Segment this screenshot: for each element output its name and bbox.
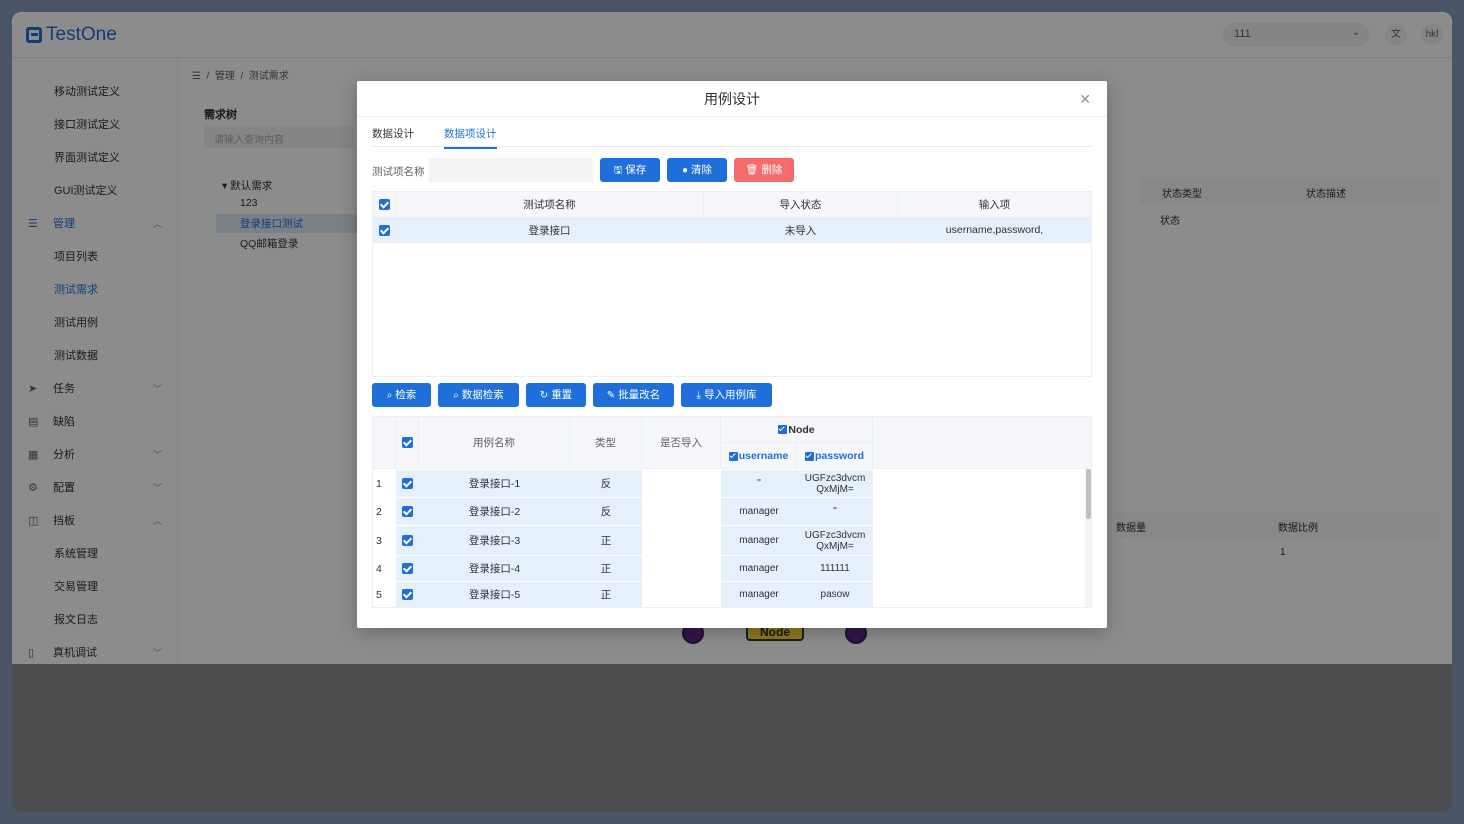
username-column-header[interactable]: username bbox=[721, 443, 797, 469]
row-checkbox[interactable] bbox=[396, 556, 419, 581]
table-row[interactable]: 1 登录接口-1 反 '' UGFzc3dvcm QxMjM= bbox=[373, 470, 1091, 498]
tab-data-design[interactable]: 数据设计 bbox=[372, 126, 414, 147]
trash-icon: 🗑 bbox=[745, 165, 759, 176]
import-status-cell: 未导入 bbox=[704, 218, 898, 242]
row-index: 2 bbox=[373, 498, 396, 525]
delete-button[interactable]: 🗑 删除 bbox=[734, 158, 794, 182]
test-item-name-label: 测试项名称 bbox=[372, 166, 425, 178]
dialog-tabs: 数据设计 数据项设计 bbox=[372, 121, 1092, 149]
select-all-checkbox[interactable] bbox=[396, 417, 419, 468]
import-case-library-button[interactable]: ⤓ 导入用例库 bbox=[681, 383, 772, 407]
username-cell: manager bbox=[721, 498, 797, 525]
case-design-dialog: 用例设计 ✕ 数据设计 数据项设计 测试项名称 🖫 保存 ● 清除 🗑 删除 测试项名… bbox=[357, 81, 1107, 628]
table-row[interactable]: 4 登录接口-4 正 manager 111111 bbox=[373, 556, 1091, 582]
download-icon: ⤓ bbox=[696, 390, 701, 401]
refresh-icon: ↻ bbox=[539, 390, 549, 401]
case-type-cell: 正 bbox=[570, 556, 642, 581]
case-name-cell: 登录接口-5 bbox=[419, 582, 570, 607]
case-name-cell: 登录接口-4 bbox=[419, 556, 570, 581]
imported-cell bbox=[642, 498, 721, 525]
test-item-name-cell: 登录接口 bbox=[396, 218, 704, 242]
select-all-checkbox[interactable] bbox=[373, 192, 396, 217]
case-type-cell: 反 bbox=[570, 498, 642, 525]
data-search-button[interactable]: ⌕ 数据检索 bbox=[438, 383, 519, 407]
test-item-table: 测试项名称 导入状态 输入项 登录接口 未导入 username,passwor… bbox=[372, 191, 1092, 377]
column-header: 测试项名称 bbox=[396, 192, 704, 217]
close-icon[interactable]: ✕ bbox=[1079, 91, 1091, 108]
row-checkbox[interactable] bbox=[373, 218, 396, 242]
imported-cell bbox=[642, 526, 721, 555]
batch-rename-button[interactable]: ✎ 批量改名 bbox=[593, 383, 674, 407]
username-checkbox[interactable] bbox=[728, 451, 738, 461]
password-column-header[interactable]: password bbox=[797, 443, 873, 469]
row-checkbox[interactable] bbox=[396, 470, 419, 497]
username-cell: '' bbox=[721, 470, 797, 497]
row-index: 5 bbox=[373, 582, 396, 607]
clear-button[interactable]: ● 清除 bbox=[667, 158, 727, 182]
password-cell: UGFzc3dvcm QxMjM= bbox=[797, 526, 873, 555]
table-header: 用例名称 类型 是否导入 Node username password bbox=[373, 417, 1091, 469]
tab-data-item-design[interactable]: 数据项设计 bbox=[444, 126, 497, 149]
row-index: 3 bbox=[373, 526, 396, 555]
column-header: 类型 bbox=[570, 417, 642, 468]
dialog-title: 用例设计 bbox=[357, 81, 1107, 117]
row-checkbox[interactable] bbox=[396, 582, 419, 607]
scrollbar-thumb[interactable] bbox=[1086, 469, 1091, 519]
password-cell: UGFzc3dvcm QxMjM= bbox=[797, 470, 873, 497]
column-header: 是否导入 bbox=[642, 417, 721, 468]
reset-button[interactable]: ↻ 重置 bbox=[526, 383, 586, 407]
table-row[interactable]: 2 登录接口-2 反 manager '' bbox=[373, 498, 1091, 526]
case-name-cell: 登录接口-1 bbox=[419, 470, 570, 497]
row-index: 4 bbox=[373, 556, 396, 581]
table-row[interactable]: 5 登录接口-5 正 manager pasow bbox=[373, 582, 1091, 607]
password-cell: '' bbox=[797, 498, 873, 525]
search-button[interactable]: ⌕ 检索 bbox=[372, 383, 431, 407]
clear-icon: ● bbox=[681, 165, 689, 176]
node-checkbox[interactable] bbox=[778, 425, 788, 434]
username-cell: manager bbox=[721, 556, 797, 581]
password-cell: pasow bbox=[797, 582, 873, 607]
column-header: 输入项 bbox=[978, 199, 1011, 211]
inputs-cell: username,password, bbox=[945, 224, 1044, 236]
search-icon: ⌕ bbox=[386, 390, 393, 401]
username-cell: manager bbox=[721, 582, 797, 607]
save-button[interactable]: 🖫 保存 bbox=[600, 158, 660, 182]
table-header: 测试项名称 导入状态 输入项 bbox=[373, 192, 1091, 218]
password-checkbox[interactable] bbox=[804, 451, 814, 461]
table-row[interactable]: 3 登录接口-3 正 manager UGFzc3dvcm QxMjM= bbox=[373, 526, 1091, 556]
table-row[interactable]: 登录接口 未导入 username,password, bbox=[373, 218, 1091, 243]
search-icon: ⌕ bbox=[453, 390, 459, 401]
username-cell: manager bbox=[721, 526, 797, 555]
imported-cell bbox=[642, 470, 721, 497]
save-icon: 🖫 bbox=[613, 165, 623, 176]
imported-cell bbox=[642, 582, 721, 607]
case-type-cell: 正 bbox=[570, 582, 642, 607]
case-type-cell: 正 bbox=[570, 526, 642, 555]
node-group-header[interactable]: Node bbox=[721, 417, 873, 443]
case-type-cell: 反 bbox=[570, 470, 642, 497]
imported-cell bbox=[642, 556, 721, 581]
row-index: 1 bbox=[373, 470, 396, 497]
row-checkbox[interactable] bbox=[396, 498, 419, 525]
column-header: 导入状态 bbox=[704, 192, 898, 217]
test-case-table: 用例名称 类型 是否导入 Node username password 1 登录接… bbox=[372, 416, 1092, 608]
row-checkbox[interactable] bbox=[396, 526, 419, 555]
test-item-name-input[interactable] bbox=[429, 158, 593, 182]
index-header bbox=[373, 417, 396, 468]
case-name-cell: 登录接口-2 bbox=[419, 498, 570, 525]
column-header: 用例名称 bbox=[419, 417, 570, 468]
edit-icon: ✎ bbox=[606, 390, 616, 401]
password-cell: 111111 bbox=[797, 556, 873, 581]
case-name-cell: 登录接口-3 bbox=[419, 526, 570, 555]
